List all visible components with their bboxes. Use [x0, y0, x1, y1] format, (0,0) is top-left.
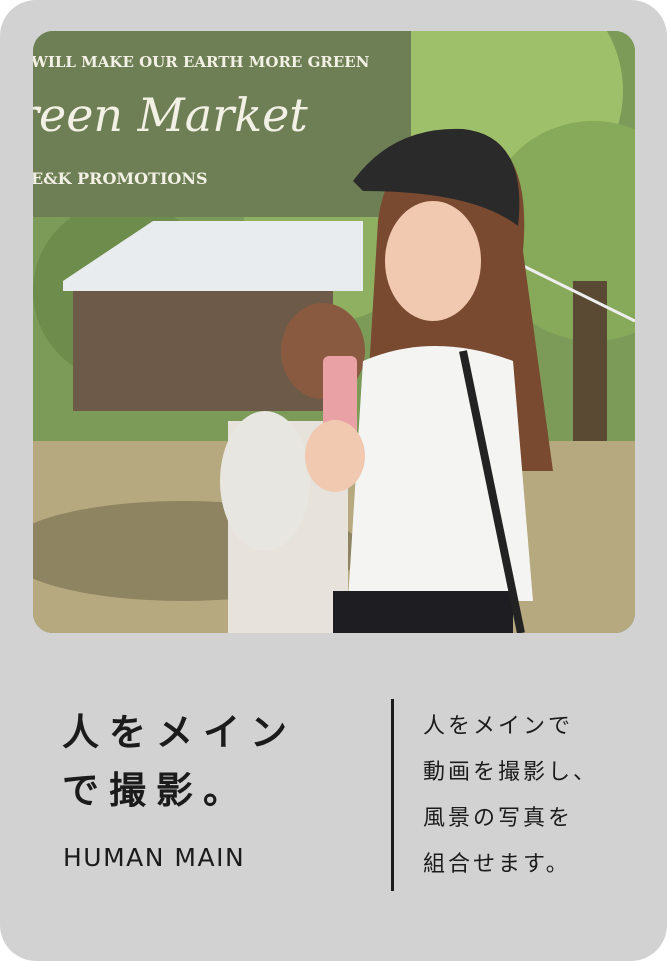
backpack	[220, 411, 310, 551]
banner-top-text: WILL MAKE OUR EARTH MORE GREEN	[33, 53, 370, 71]
feature-card: WILL MAKE OUR EARTH MORE GREEN reen Mark…	[0, 0, 667, 961]
description-line: 人をメインで	[423, 714, 574, 739]
subject-skirt	[333, 591, 513, 633]
description-line: 風景の写真を	[423, 806, 574, 831]
heading-line-1: 人をメイン	[62, 711, 297, 754]
subject-hand	[305, 420, 365, 492]
feature-photo: WILL MAKE OUR EARTH MORE GREEN reen Mark…	[33, 31, 635, 633]
heading: 人をメイン で撮影。	[62, 704, 297, 820]
heading-english: HUMAN MAIN	[63, 843, 246, 872]
description: 人をメインで 動画を撮影し、 風景の写真を 組合せます。	[423, 704, 598, 888]
photo-illustration: WILL MAKE OUR EARTH MORE GREEN reen Mark…	[33, 31, 635, 633]
banner-main-text: reen Market	[33, 88, 308, 142]
subject-face	[385, 201, 481, 321]
description-line: 動画を撮影し、	[423, 760, 599, 785]
heading-line-2: で撮影。	[62, 769, 250, 812]
description-line: 組合せます。	[423, 852, 571, 877]
vertical-divider	[391, 699, 394, 891]
banner-bottom-text: E&K PROMOTIONS	[33, 169, 208, 188]
